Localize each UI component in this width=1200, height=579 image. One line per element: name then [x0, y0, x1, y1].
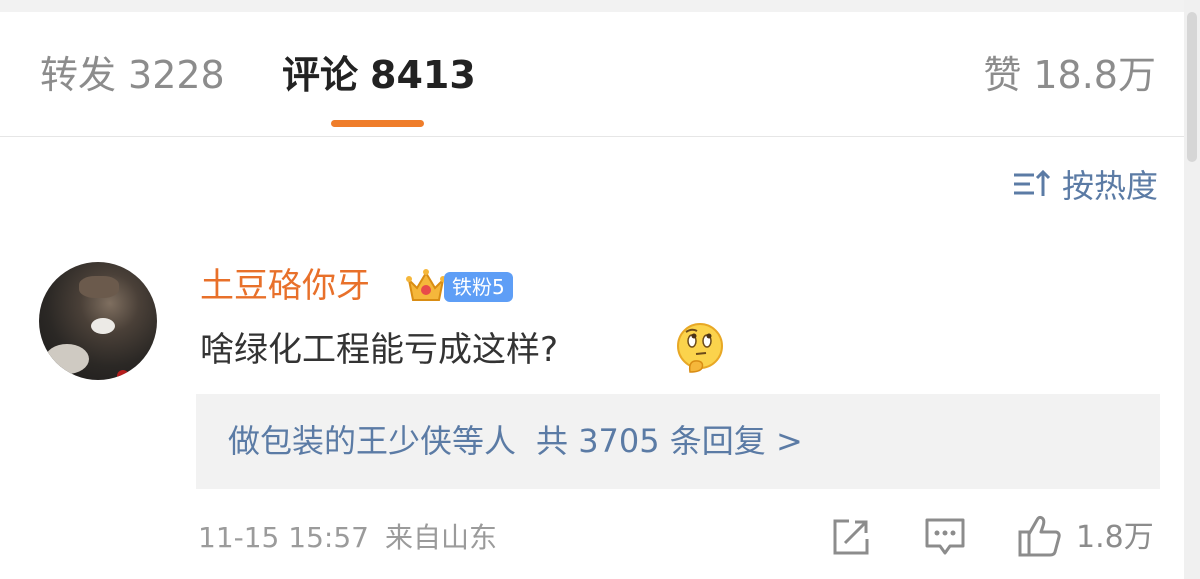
- reply-summary[interactable]: 做包装的王少侠等人共 3705 条回复 >: [196, 394, 1160, 489]
- crown-icon: [406, 269, 446, 301]
- sort-button[interactable]: 按热度: [1012, 160, 1158, 208]
- thumbs-up-icon[interactable]: [1017, 514, 1063, 558]
- sort-label: 按热度: [1061, 167, 1158, 205]
- fan-badge: 铁粉5: [444, 272, 513, 302]
- tab-like-label: 赞: [983, 53, 1022, 97]
- tab-comment-label: 评论: [282, 53, 359, 97]
- like-count: 1.8万: [1076, 520, 1154, 555]
- scrollbar-thumb[interactable]: [1187, 12, 1197, 162]
- tab-repost-count: 3228: [128, 53, 225, 97]
- tab-repost[interactable]: 转发 3228: [40, 50, 225, 100]
- reply-names: 做包装的王少侠等人: [228, 422, 517, 460]
- top-strip: [0, 0, 1200, 12]
- tab-like-count: 18.8万: [1033, 53, 1156, 97]
- tab-comment[interactable]: 评论 8413: [282, 50, 476, 100]
- tab-repost-label: 转发: [40, 53, 117, 97]
- comment-icon[interactable]: [924, 517, 966, 557]
- thinking-face-icon: [677, 323, 723, 373]
- tab-like[interactable]: 赞 18.8万: [983, 50, 1156, 100]
- comment-source: 来自山东: [384, 521, 497, 554]
- tab-comment-count: 8413: [370, 53, 476, 97]
- share-icon[interactable]: [831, 517, 871, 557]
- active-tab-indicator: [331, 120, 424, 127]
- avatar[interactable]: [39, 262, 157, 380]
- username[interactable]: 土豆硌你牙: [200, 262, 370, 310]
- comment-timestamp: 11-15 15:57: [198, 521, 369, 554]
- sort-icon: [1013, 169, 1051, 196]
- reply-count: 共 3705 条回复 >: [536, 422, 803, 460]
- comment-meta: 11-15 15:57 来自山东: [198, 518, 497, 558]
- tab-bar: 转发 3228 评论 8413 赞 18.8万: [0, 12, 1184, 137]
- comment-text: 啥绿化工程能亏成这样?: [200, 330, 559, 370]
